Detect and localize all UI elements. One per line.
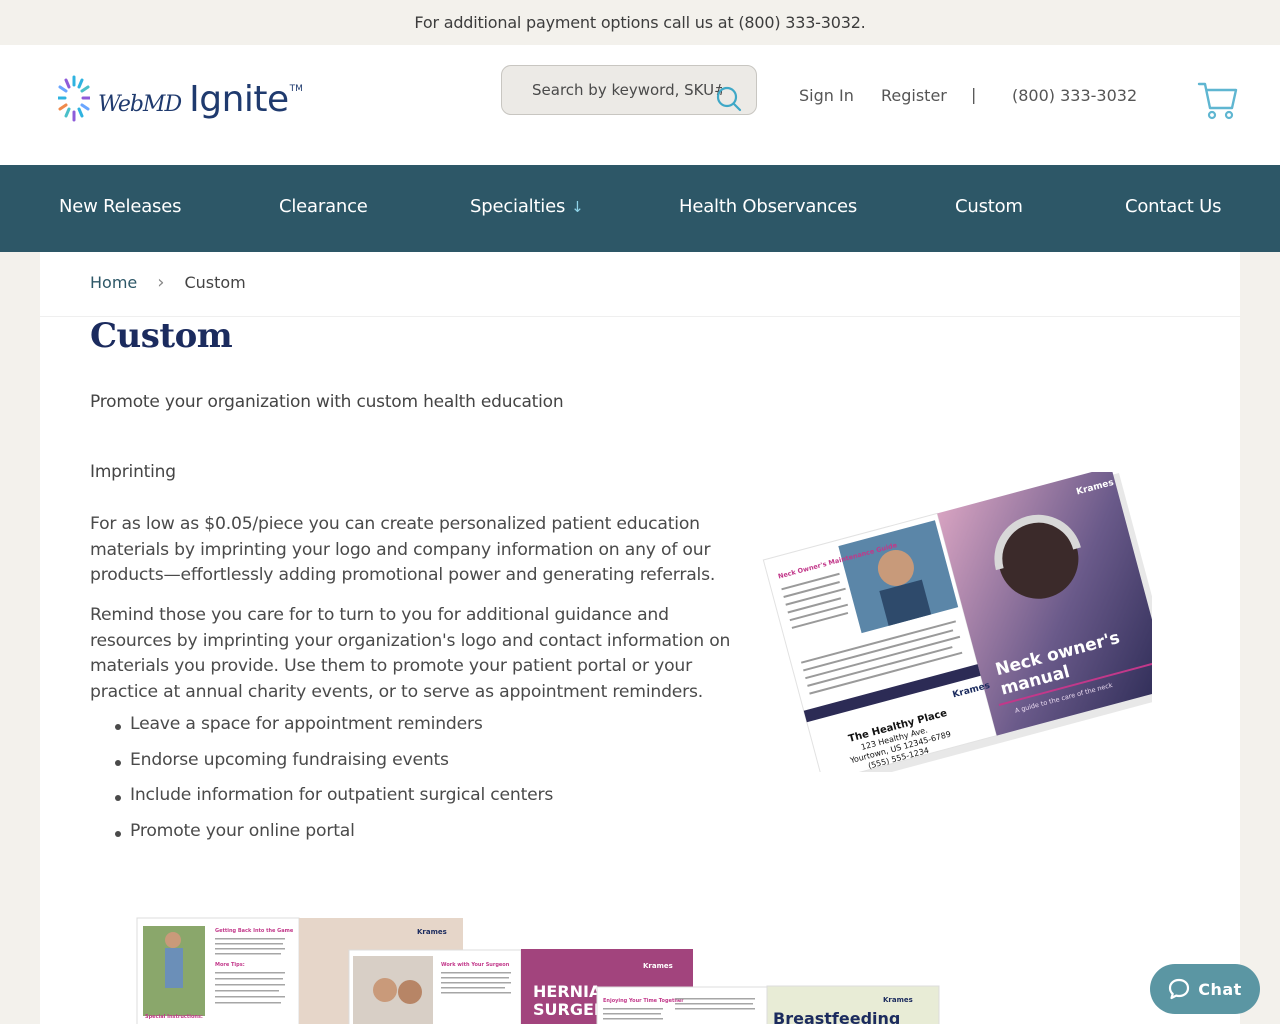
page-subtitle: Promote your organization with custom he… <box>90 392 564 412</box>
ignite-burst-icon <box>56 73 92 125</box>
brochure-collection-image: Getting Back Into the Game More Tips: Sp… <box>136 917 940 1024</box>
site-header: WebMD Ignite TM Sign In Register | (800)… <box>0 45 1280 165</box>
content-panel: Home › Custom Custom Promote your organi… <box>40 252 1240 1024</box>
brochure2-brand: Krames <box>417 928 447 936</box>
cart-icon[interactable] <box>1196 78 1240 122</box>
breadcrumb-current: Custom <box>184 273 246 292</box>
list-item: Endorse upcoming fundraising events <box>112 750 553 786</box>
breadcrumb: Home › Custom <box>90 272 246 293</box>
page-title: Custom <box>90 316 233 356</box>
brochure2-title: Work with Your Surgeon <box>441 962 510 968</box>
list-item: Promote your online portal <box>112 821 553 857</box>
sign-in-link[interactable]: Sign In <box>799 86 854 105</box>
logo-wordmark: WebMD Ignite TM <box>98 79 303 120</box>
logo-ignite: Ignite <box>189 78 289 120</box>
nav-specialties[interactable]: Specialties ↓ <box>470 196 584 217</box>
search-input[interactable] <box>532 81 722 99</box>
nav-contact-us[interactable]: Contact Us <box>1125 196 1222 217</box>
phone-link[interactable]: (800) 333-3032 <box>1012 86 1137 105</box>
nav-new-releases[interactable]: New Releases <box>59 196 181 217</box>
search-icon[interactable] <box>716 86 742 112</box>
brochure1-special: Special Instructions: <box>145 1014 203 1020</box>
brochure1-subheading: More Tips: <box>215 962 245 968</box>
imprinting-paragraph-1: For as low as $0.05/piece you can create… <box>90 514 716 586</box>
nav-custom[interactable]: Custom <box>955 196 1023 217</box>
register-link[interactable]: Register <box>881 86 947 105</box>
arrow-down-icon: ↓ <box>571 198 584 216</box>
brochure5-brand: Krames <box>883 996 913 1004</box>
chat-label: Chat <box>1198 979 1242 999</box>
brochure4-title: Enjoying Your Time Together <box>603 998 684 1004</box>
imprinting-paragraph-2: Remind those you care for to turn to you… <box>90 605 731 702</box>
payment-banner: For additional payment options call us a… <box>0 0 1280 45</box>
chat-button[interactable]: Chat <box>1150 964 1260 1014</box>
brochure1-title: Getting Back Into the Game <box>215 928 294 934</box>
section-heading-imprinting: Imprinting <box>90 462 176 482</box>
chat-bubble-icon <box>1169 978 1190 1000</box>
list-item: Include information for outpatient surgi… <box>112 785 553 821</box>
breadcrumb-home[interactable]: Home <box>90 273 137 292</box>
header-divider: | <box>971 85 977 104</box>
brochure3-title-2: SURGER <box>533 1000 606 1019</box>
chevron-right-icon: › <box>157 272 165 293</box>
nav-clearance[interactable]: Clearance <box>279 196 368 217</box>
nav-specialties-label: Specialties <box>470 196 566 217</box>
list-item: Leave a space for appointment reminders <box>112 714 553 750</box>
neck-manual-brochure-image: Neck Owner's Maintenance Guide Krames Th… <box>762 472 1152 772</box>
brochure3-title-1: HERNIA <box>533 982 602 1001</box>
webmd-ignite-logo[interactable]: WebMD Ignite TM <box>56 73 303 125</box>
brochure5-title: Breastfeeding <box>773 1009 900 1024</box>
imprinting-benefits-list: Leave a space for appointment reminders … <box>112 714 553 857</box>
brochure3-brand: Krames <box>643 962 673 970</box>
logo-tm: TM <box>289 83 303 94</box>
logo-webmd: WebMD <box>98 91 182 117</box>
payment-banner-text: For additional payment options call us a… <box>414 13 866 32</box>
main-nav: New Releases Clearance Specialties ↓ Heal… <box>0 165 1280 252</box>
nav-health-observances[interactable]: Health Observances <box>679 196 857 217</box>
